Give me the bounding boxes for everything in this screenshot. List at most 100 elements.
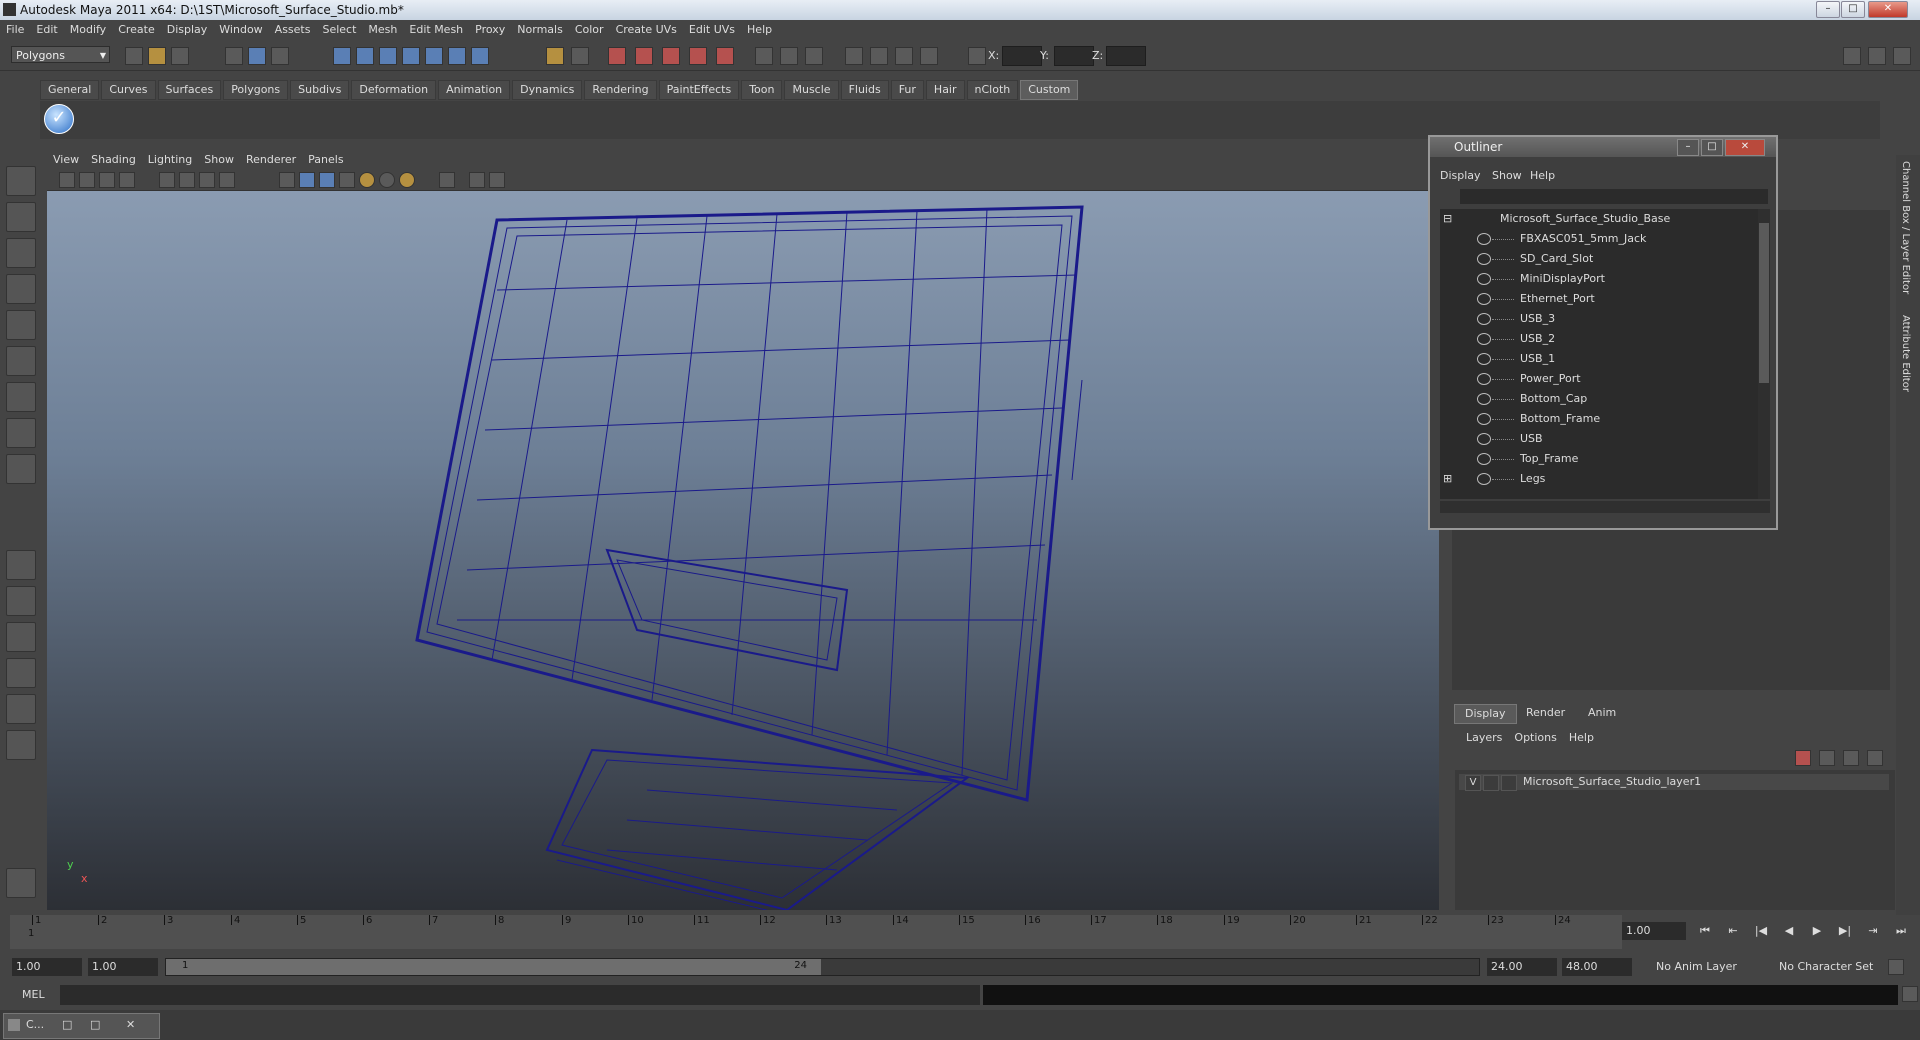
- outliner-scroll-thumb[interactable]: [1759, 223, 1769, 383]
- current-time-field[interactable]: 1.00: [1622, 922, 1686, 940]
- layer-menu-options[interactable]: Options: [1508, 728, 1562, 748]
- persp-graph-layout-icon[interactable]: [6, 658, 36, 688]
- camera-select-icon[interactable]: [59, 172, 75, 188]
- menu-create-uvs[interactable]: Create UVs: [610, 20, 683, 40]
- gate-mask-icon[interactable]: [219, 172, 235, 188]
- menu-file[interactable]: File: [0, 20, 30, 40]
- four-view-layout-icon[interactable]: [6, 586, 36, 616]
- tab-layer-display[interactable]: Display: [1454, 704, 1517, 724]
- attribute-toggle-icon[interactable]: [805, 47, 823, 65]
- transform-input-icon[interactable]: [968, 47, 986, 65]
- outliner-item[interactable]: USB: [1440, 429, 1758, 449]
- outliner-filter-input[interactable]: [1460, 189, 1768, 204]
- mental-ray-icon[interactable]: [6, 868, 36, 898]
- attribute-editor-side-tab[interactable]: Attribute Editor: [1900, 315, 1911, 392]
- menu-edit[interactable]: Edit: [30, 20, 63, 40]
- snap-grid-icon[interactable]: [333, 47, 351, 65]
- outliner-item[interactable]: Ethernet_Port: [1440, 289, 1758, 309]
- move-tool-icon[interactable]: [6, 274, 36, 304]
- tab-polygons[interactable]: Polygons: [223, 80, 289, 100]
- step-forward-frame-icon[interactable]: ▶|: [1835, 922, 1855, 940]
- vp-menu-renderer[interactable]: Renderer: [240, 150, 302, 170]
- numeric-input-icon[interactable]: [780, 47, 798, 65]
- expand-icon[interactable]: ⊞: [1443, 469, 1452, 489]
- tab-surfaces[interactable]: Surfaces: [157, 80, 222, 100]
- new-layer-selected-icon[interactable]: [1819, 750, 1835, 766]
- tab-toon[interactable]: Toon: [741, 80, 783, 100]
- vp-menu-shading[interactable]: Shading: [85, 150, 142, 170]
- menu-proxy[interactable]: Proxy: [469, 20, 511, 40]
- animation-start-field[interactable]: 1.00: [12, 958, 82, 976]
- menu-color[interactable]: Color: [569, 20, 610, 40]
- outliner-item[interactable]: MiniDisplayPort: [1440, 269, 1758, 289]
- snap-point-icon[interactable]: [379, 47, 397, 65]
- isolate-select-icon[interactable]: [439, 172, 455, 188]
- layer-up-icon[interactable]: [1843, 750, 1859, 766]
- playback-start-field[interactable]: 1.00: [88, 958, 158, 976]
- outliner-item[interactable]: Power_Port: [1440, 369, 1758, 389]
- outliner-item[interactable]: Bottom_Cap: [1440, 389, 1758, 409]
- single-perspective-layout-icon[interactable]: [6, 550, 36, 580]
- outliner-menu-display[interactable]: Display: [1440, 169, 1481, 182]
- menu-assets[interactable]: Assets: [269, 20, 317, 40]
- tab-custom[interactable]: Custom: [1020, 80, 1079, 100]
- smooth-shade-icon[interactable]: [299, 172, 315, 188]
- tab-ncloth[interactable]: nCloth: [966, 80, 1019, 100]
- tab-animation[interactable]: Animation: [438, 80, 511, 100]
- textured-icon[interactable]: [339, 172, 355, 188]
- tab-fluids[interactable]: Fluids: [840, 80, 889, 100]
- camera-attr-icon[interactable]: [79, 172, 95, 188]
- menu-window[interactable]: Window: [213, 20, 268, 40]
- character-set-dropdown[interactable]: No Character Set: [1775, 958, 1875, 976]
- show-manip-icon[interactable]: [6, 454, 36, 484]
- paint-select-icon[interactable]: [6, 238, 36, 268]
- z-field[interactable]: [1106, 46, 1146, 66]
- attribute-editor-icon[interactable]: [1893, 47, 1911, 65]
- open-scene-icon[interactable]: [148, 47, 166, 65]
- maximize-icon[interactable]: □: [90, 1014, 100, 1036]
- range-slider-handle[interactable]: 1 24: [166, 959, 821, 975]
- render-settings-icon[interactable]: [662, 47, 680, 65]
- tab-deformation[interactable]: Deformation: [351, 80, 437, 100]
- vp-menu-show[interactable]: Show: [198, 150, 240, 170]
- restore-icon[interactable]: □: [62, 1014, 72, 1036]
- history-icon[interactable]: [448, 47, 466, 65]
- shadows-icon[interactable]: [399, 172, 415, 188]
- tab-layer-render[interactable]: Render: [1516, 704, 1575, 722]
- animation-end-field[interactable]: 48.00: [1562, 958, 1632, 976]
- channel-box-icon[interactable]: [1868, 47, 1886, 65]
- perspective-viewport[interactable]: y x persp: [47, 150, 1439, 910]
- menu-set-dropdown[interactable]: Polygons ▼: [11, 46, 110, 63]
- save-scene-icon[interactable]: [171, 47, 189, 65]
- step-back-key-icon[interactable]: ⇤: [1723, 922, 1743, 940]
- tab-layer-anim[interactable]: Anim: [1578, 704, 1626, 722]
- playback-end-field[interactable]: 24.00: [1487, 958, 1557, 976]
- render-view-icon[interactable]: [716, 47, 734, 65]
- close-button[interactable]: ✕: [1868, 1, 1908, 18]
- persp-outliner-layout-icon[interactable]: [6, 622, 36, 652]
- tab-painteffects[interactable]: PaintEffects: [658, 80, 740, 100]
- script-editor-icon[interactable]: [1902, 986, 1918, 1002]
- default-light-icon[interactable]: [359, 172, 375, 188]
- layer-menu-layers[interactable]: Layers: [1460, 728, 1508, 748]
- tab-dynamics[interactable]: Dynamics: [512, 80, 583, 100]
- auto-key-icon[interactable]: [1888, 959, 1904, 975]
- menu-select[interactable]: Select: [316, 20, 362, 40]
- menu-modify[interactable]: Modify: [64, 20, 112, 40]
- menu-normals[interactable]: Normals: [511, 20, 569, 40]
- film-gate-icon[interactable]: [179, 172, 195, 188]
- go-to-end-icon[interactable]: ⏭: [1891, 922, 1911, 940]
- tab-rendering[interactable]: Rendering: [584, 80, 657, 100]
- select-tool-icon[interactable]: [6, 166, 36, 196]
- persp-graph-outliner-layout-icon[interactable]: [6, 730, 36, 760]
- checkmark-shelf-icon[interactable]: ✓: [44, 104, 74, 134]
- select-hierarchy-icon[interactable]: [225, 47, 243, 65]
- tab-subdivs[interactable]: Subdivs: [290, 80, 350, 100]
- outliner-minimize-button[interactable]: –: [1677, 139, 1699, 156]
- outliner-menu-show[interactable]: Show: [1492, 169, 1522, 182]
- outliner-item[interactable]: Top_Frame: [1440, 449, 1758, 469]
- outliner-item[interactable]: Bottom_Frame: [1440, 409, 1758, 429]
- close-icon[interactable]: ✕: [126, 1014, 135, 1036]
- manipulator-icon[interactable]: [6, 382, 36, 412]
- step-back-frame-icon[interactable]: |◀: [1751, 922, 1771, 940]
